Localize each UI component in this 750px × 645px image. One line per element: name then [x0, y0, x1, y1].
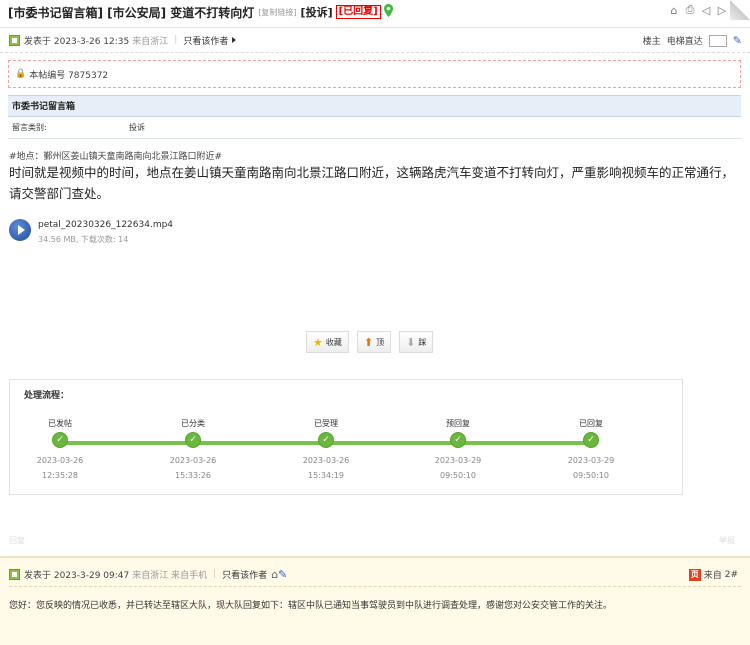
- ad-icon: 页: [688, 568, 701, 581]
- reply-floor: 2#: [724, 569, 738, 580]
- process-step: 已发帖 ✓ 2023-03-26 12:35:28: [20, 418, 100, 480]
- step-time: 09:50:10: [573, 471, 609, 480]
- table-row: 留言类别: 投诉: [8, 117, 741, 139]
- check-icon: ✓: [318, 432, 334, 448]
- video-play-icon[interactable]: [9, 219, 31, 241]
- arrow-right-icon: [232, 37, 237, 43]
- location-tag: #地点：鄞州区姜山镇天童南路南向北景江路口附近#: [9, 152, 223, 162]
- next-icon[interactable]: ▷: [716, 4, 728, 17]
- lock-icon: 🔒: [15, 69, 27, 79]
- step-label: 已分类: [181, 419, 205, 428]
- process-step: 已分类 ✓ 2023-03-26 15:33:26: [153, 418, 233, 480]
- favorite-button[interactable]: ★ 收藏: [306, 331, 349, 353]
- report-post-link[interactable]: 举报: [719, 535, 735, 546]
- reply-content: 您好：您反映的情况已收悉，并已转达至辖区大队，现大队回复如下：辖区中队已通知当事…: [9, 601, 613, 611]
- reply-divider: [9, 586, 741, 587]
- step-label: 预回复: [446, 419, 470, 428]
- post-content: 时间就是视频中的时间，地点在姜山镇天童南路南向北景江路口附近，这辆路虎汽车变道不…: [9, 165, 735, 201]
- jump-go-icon[interactable]: ✎: [733, 34, 742, 47]
- online-status-icon: [9, 34, 20, 46]
- category-value: 投诉: [129, 123, 145, 132]
- jump-label: 电梯直达: [666, 37, 703, 47]
- reply-header-right: 页 来自 2#: [688, 568, 738, 581]
- check-icon: ✓: [185, 432, 201, 448]
- location-pin-icon: [383, 4, 393, 20]
- attachment-name[interactable]: petal_20230326_122634.mp4: [38, 220, 173, 230]
- home-icon[interactable]: ⌂: [271, 568, 278, 581]
- downvote-label: 踩: [418, 337, 427, 347]
- step-date: 2023-03-29: [434, 456, 482, 465]
- step-time: 15:33:26: [175, 471, 211, 480]
- upvote-button[interactable]: ⬆ 顶: [356, 331, 392, 353]
- star-icon: ★: [313, 335, 323, 349]
- replied-badge: [已回复]: [335, 5, 381, 19]
- only-author-link[interactable]: 只看该作者: [222, 568, 267, 581]
- home-icon[interactable]: ⌂: [668, 4, 680, 17]
- attachment-meta: 34.56 MB, 下载次数: 14: [38, 235, 129, 244]
- page-curl-icon: [730, 0, 750, 20]
- info-table-header: 市委书记留言箱: [8, 95, 741, 117]
- thread-title: [市委书记留言箱] [市公安局] 变道不打转向灯: [8, 5, 255, 20]
- floor-label: 楼主: [642, 37, 661, 47]
- title-bar: [市委书记留言箱] [市公安局] 变道不打转向灯 [复制链接] [投诉] [已回…: [0, 0, 750, 24]
- reply-header: 发表于 2023-3-29 09:47 来自浙江 来自手机 | 只看该作者 ⌂ …: [0, 566, 750, 582]
- step-date: 2023-03-26: [302, 456, 350, 465]
- info-table: 市委书记留言箱 留言类别: 投诉: [8, 95, 741, 139]
- post-from: 来自浙江: [132, 36, 169, 47]
- attachment: petal_20230326_122634.mp4 34.56 MB, 下载次数…: [9, 218, 173, 245]
- step-label: 已发帖: [48, 419, 72, 428]
- post-header-right: 楼主 电梯直达 ✎: [643, 34, 742, 47]
- separator: |: [213, 569, 217, 579]
- reply-source: 来自: [703, 571, 722, 581]
- reply-time: 发表于 2023-3-29 09:47: [24, 570, 130, 581]
- step-time: 12:35:28: [42, 471, 78, 480]
- post-time: 发表于 2023-3-26 12:35: [24, 36, 130, 47]
- post-header: 发表于 2023-3-26 12:35 来自浙江 | 只看该作者 楼主 电梯直达…: [0, 27, 750, 53]
- step-time: 15:34:19: [308, 471, 344, 480]
- report-link[interactable]: [投诉]: [301, 4, 333, 20]
- step-date: 2023-03-26: [36, 456, 84, 465]
- step-label: 已回复: [579, 419, 603, 428]
- step-time: 09:50:10: [440, 471, 476, 480]
- step-label: 已受理: [314, 419, 338, 428]
- check-icon: ✓: [583, 432, 599, 448]
- jump-floor-input[interactable]: [708, 34, 727, 47]
- downvote-button[interactable]: ⬇ 踩: [399, 331, 434, 353]
- only-author-link[interactable]: 只看该作者: [183, 34, 228, 47]
- process-step: 已回复 ✓ 2023-03-29 09:50:10: [551, 418, 631, 480]
- copy-link[interactable]: [复制链接]: [258, 7, 296, 18]
- reply-post: 发表于 2023-3-29 09:47 来自浙江 来自手机 | 只看该作者 ⌂ …: [0, 556, 750, 645]
- print-icon[interactable]: ⎙: [684, 3, 696, 16]
- check-icon: ✓: [450, 432, 466, 448]
- favorite-label: 收藏: [325, 337, 342, 347]
- check-icon: ✓: [52, 432, 68, 448]
- post-id-notice: 🔒 本帖编号 7875372: [8, 60, 741, 88]
- arrow-down-icon: ⬇: [406, 335, 416, 349]
- post-id: 本帖编号 7875372: [29, 70, 109, 81]
- step-date: 2023-03-29: [567, 456, 615, 465]
- upvote-label: 顶: [376, 337, 385, 347]
- vote-buttons: ★ 收藏 ⬆ 顶 ⬇ 踩: [306, 331, 434, 353]
- online-status-icon: [9, 568, 20, 580]
- process-step: 预回复 ✓ 2023-03-29 09:50:10: [418, 418, 498, 480]
- process-step: 已受理 ✓ 2023-03-26 15:34:19: [286, 418, 366, 480]
- process-box: 处理流程： 已发帖 ✓ 2023-03-26 12:35:28 已分类 ✓ 20…: [9, 379, 683, 495]
- reply-link[interactable]: 回复: [9, 536, 25, 545]
- post-footer: 回复 举报: [9, 535, 739, 549]
- prev-icon[interactable]: ◁: [700, 4, 712, 17]
- separator: |: [174, 35, 178, 45]
- process-title: 处理流程：: [24, 391, 70, 401]
- category-key: 留言类别:: [12, 123, 47, 132]
- arrow-up-icon: ⬆: [363, 335, 374, 349]
- step-date: 2023-03-26: [169, 456, 217, 465]
- reply-from: 来自浙江 来自手机: [132, 570, 208, 581]
- title-tools: ⌂ ⎙ ◁ ▷: [668, 3, 728, 17]
- edit-icon[interactable]: ✎: [278, 568, 287, 581]
